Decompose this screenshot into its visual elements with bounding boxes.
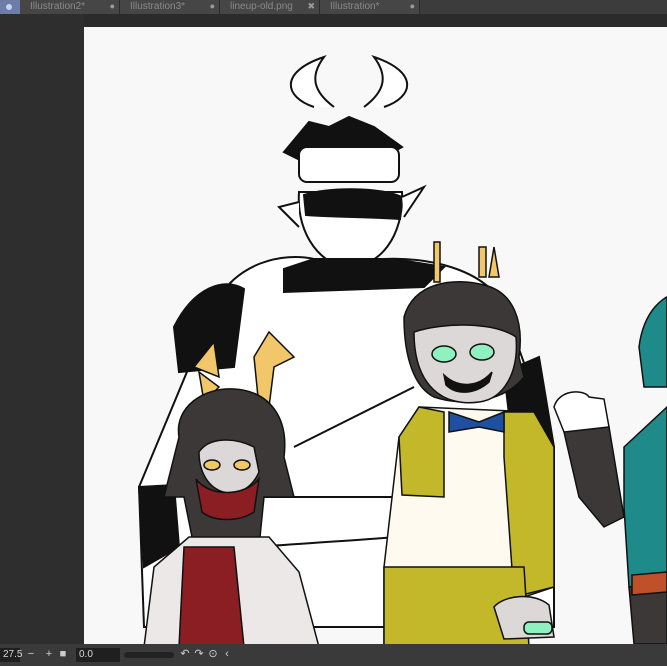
drawing-canvas[interactable]	[84, 27, 667, 644]
zoom-in-button[interactable]: +	[42, 648, 56, 662]
tab-label: Illustration*	[330, 1, 380, 12]
modified-dot-icon[interactable]: ●	[110, 0, 115, 13]
zoom-level-field[interactable]: 27.5	[0, 648, 22, 662]
chevron-left-icon[interactable]: ‹	[220, 648, 234, 662]
status-bar: 27.5 − + ■ 0.0 ↶ ↷ ⊙ ‹	[0, 644, 667, 666]
tab-lineup-old[interactable]: lineup-old.png ✖	[220, 0, 320, 14]
artwork-illustration	[137, 55, 667, 644]
fit-icon[interactable]: ■	[56, 648, 70, 662]
tab-illustration[interactable]: Illustration* ●	[320, 0, 420, 14]
close-icon[interactable]: ✖	[307, 0, 315, 13]
zoom-out-button[interactable]: −	[24, 648, 38, 662]
active-tab-indicator[interactable]	[0, 0, 20, 14]
tab-illustration3[interactable]: Illustration3* ●	[120, 0, 220, 14]
tab-illustration2[interactable]: Illustration2* ●	[20, 0, 120, 14]
cane-hand	[493, 595, 555, 640]
rotate-right-icon[interactable]: ↷	[192, 648, 206, 662]
tab-label: lineup-old.png	[230, 1, 293, 12]
reset-rotation-icon[interactable]: ⊙	[206, 648, 220, 662]
teal-character	[553, 296, 667, 644]
workspace-background	[0, 14, 84, 644]
document-tab-bar: Illustration2* ● Illustration3* ● lineup…	[0, 0, 667, 14]
modified-dot-icon[interactable]: ●	[410, 0, 415, 13]
tab-label: Illustration2*	[30, 1, 86, 12]
modified-dot-icon[interactable]: ●	[210, 0, 215, 13]
rotation-angle-field[interactable]: 0.0	[76, 648, 120, 662]
rotate-left-icon[interactable]: ↶	[178, 648, 192, 662]
tab-label: Illustration3*	[130, 1, 186, 12]
rotation-slider[interactable]	[124, 652, 174, 658]
